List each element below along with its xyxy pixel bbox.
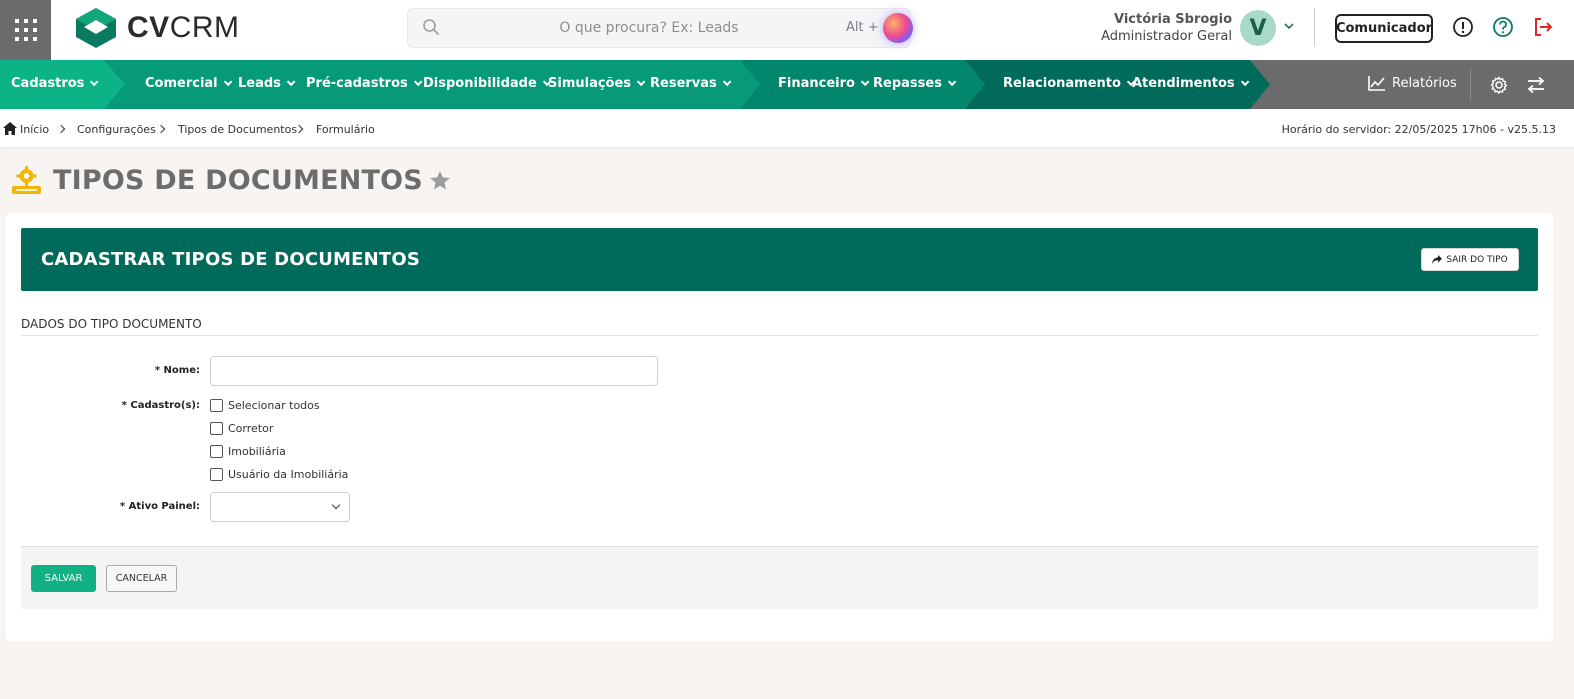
chevron-down-icon[interactable]	[1283, 20, 1295, 32]
logo-wordmark: CVCRM	[127, 11, 240, 44]
gear-icon[interactable]	[1490, 76, 1508, 94]
user-role: Administrador Geral	[1101, 29, 1232, 44]
configuration-module-icon	[12, 165, 41, 194]
checkbox-corretor[interactable]: Corretor	[210, 422, 273, 435]
ativo-painel-select[interactable]	[210, 492, 350, 522]
nav-simulacoes[interactable]: Simulações	[548, 76, 646, 91]
breadcrumb-formulario: Formulário	[316, 123, 375, 136]
logout-icon[interactable]	[1532, 16, 1554, 38]
nav-relatorios[interactable]: Relatórios	[1368, 75, 1457, 91]
nav-relatorios-label: Relatórios	[1392, 75, 1457, 91]
form-header-title: CADASTRAR TIPOS DE DOCUMENTOS	[41, 249, 421, 270]
nav-disponibilidade[interactable]: Disponibilidade	[423, 76, 552, 91]
avatar[interactable]: V	[1240, 10, 1276, 46]
nav-reservas[interactable]: Reservas	[650, 76, 732, 91]
comunicador-button[interactable]: Comunicador	[1335, 14, 1433, 43]
chevron-right-icon	[156, 124, 166, 134]
breadcrumb-inicio[interactable]: Início	[20, 123, 49, 136]
global-search[interactable]: O que procura? Ex: Leads Alt + G	[407, 8, 913, 48]
checkbox-label: Corretor	[228, 422, 274, 435]
section-divider	[21, 335, 1538, 336]
header-divider	[1314, 8, 1315, 46]
page-title: TIPOS DE DOCUMENTOS	[53, 164, 423, 196]
exit-form-label: SAIR DO TIPO	[1446, 254, 1508, 265]
search-placeholder: O que procura? Ex: Leads	[559, 20, 739, 36]
apps-menu-button[interactable]	[0, 0, 51, 60]
user-info[interactable]: Victória Sbrogio Administrador Geral	[1100, 11, 1232, 45]
info-icon[interactable]	[1452, 16, 1474, 38]
form-header: CADASTRAR TIPOS DE DOCUMENTOS SAIR DO TI…	[21, 228, 1538, 291]
nav-relacionamento[interactable]: Relacionamento	[1003, 76, 1136, 91]
checkbox-selecionar-todos[interactable]: Selecionar todos	[210, 399, 320, 412]
breadcrumb-tipos-documentos[interactable]: Tipos de Documentos	[178, 123, 297, 136]
apps-grid-icon	[14, 19, 37, 41]
form-card: CADASTRAR TIPOS DE DOCUMENTOS SAIR DO TI…	[6, 213, 1553, 642]
home-icon[interactable]	[3, 122, 17, 135]
checkbox-box[interactable]	[210, 399, 223, 412]
chevron-right-icon	[56, 124, 66, 134]
checkbox-box[interactable]	[210, 445, 223, 458]
checkbox-label: Imobiliária	[228, 445, 286, 458]
user-name: Victória Sbrogio	[1113, 12, 1232, 27]
nav-repasses[interactable]: Repasses	[873, 76, 957, 91]
nav-cadastros[interactable]: Cadastros	[11, 76, 99, 91]
checkbox-label: Usuário da Imobiliária	[228, 468, 349, 481]
nome-input[interactable]	[210, 356, 658, 386]
main-navigation: Cadastros Comercial Leads Pré-cadastros …	[0, 60, 1574, 109]
save-button[interactable]: SALVAR	[31, 565, 96, 592]
checkbox-usuario-imobiliaria[interactable]: Usuário da Imobiliária	[210, 468, 348, 481]
ativo-painel-label: * Ativo Painel:	[119, 501, 200, 512]
form-footer: SALVAR CANCELAR	[21, 546, 1538, 609]
swap-arrows-icon[interactable]	[1526, 76, 1546, 94]
checkbox-box[interactable]	[210, 468, 223, 481]
cancel-button[interactable]: CANCELAR	[106, 565, 177, 592]
breadcrumb-configuracoes[interactable]: Configurações	[77, 123, 156, 136]
breadcrumb: Início Configurações Tipos de Documentos…	[0, 109, 1574, 147]
checkbox-imobiliaria[interactable]: Imobiliária	[210, 445, 286, 458]
exit-form-button[interactable]: SAIR DO TIPO	[1421, 248, 1519, 271]
nav-leads[interactable]: Leads	[238, 76, 296, 91]
share-arrow-icon	[1432, 255, 1443, 264]
nav-comercial[interactable]: Comercial	[145, 76, 233, 91]
nav-divider	[1470, 68, 1471, 101]
cvcrm-logo[interactable]: CVCRM	[75, 7, 240, 49]
help-icon[interactable]	[1492, 16, 1514, 38]
nome-label: * Nome:	[154, 365, 200, 376]
assistant-orb-icon[interactable]	[883, 13, 913, 43]
nav-pre-cadastros[interactable]: Pré-cadastros	[306, 76, 423, 91]
server-time: Horário do servidor: 22/05/2025 17h06 - …	[1281, 123, 1556, 136]
nav-atendimentos[interactable]: Atendimentos	[1132, 76, 1249, 91]
chevron-down-icon	[331, 500, 341, 510]
cvcrm-logo-icon	[76, 8, 116, 48]
page-title-row: TIPOS DE DOCUMENTOS	[10, 160, 451, 200]
nav-financeiro[interactable]: Financeiro	[778, 76, 870, 91]
chart-line-icon	[1368, 76, 1385, 91]
checkbox-box[interactable]	[210, 422, 223, 435]
section-title: DADOS DO TIPO DOCUMENTO	[21, 317, 202, 331]
checkbox-label: Selecionar todos	[228, 399, 320, 412]
top-header: CVCRM O que procura? Ex: Leads Alt + G V…	[0, 0, 1574, 60]
cadastros-label: * Cadastro(s):	[121, 400, 200, 411]
favorite-star-icon[interactable]	[429, 170, 451, 191]
